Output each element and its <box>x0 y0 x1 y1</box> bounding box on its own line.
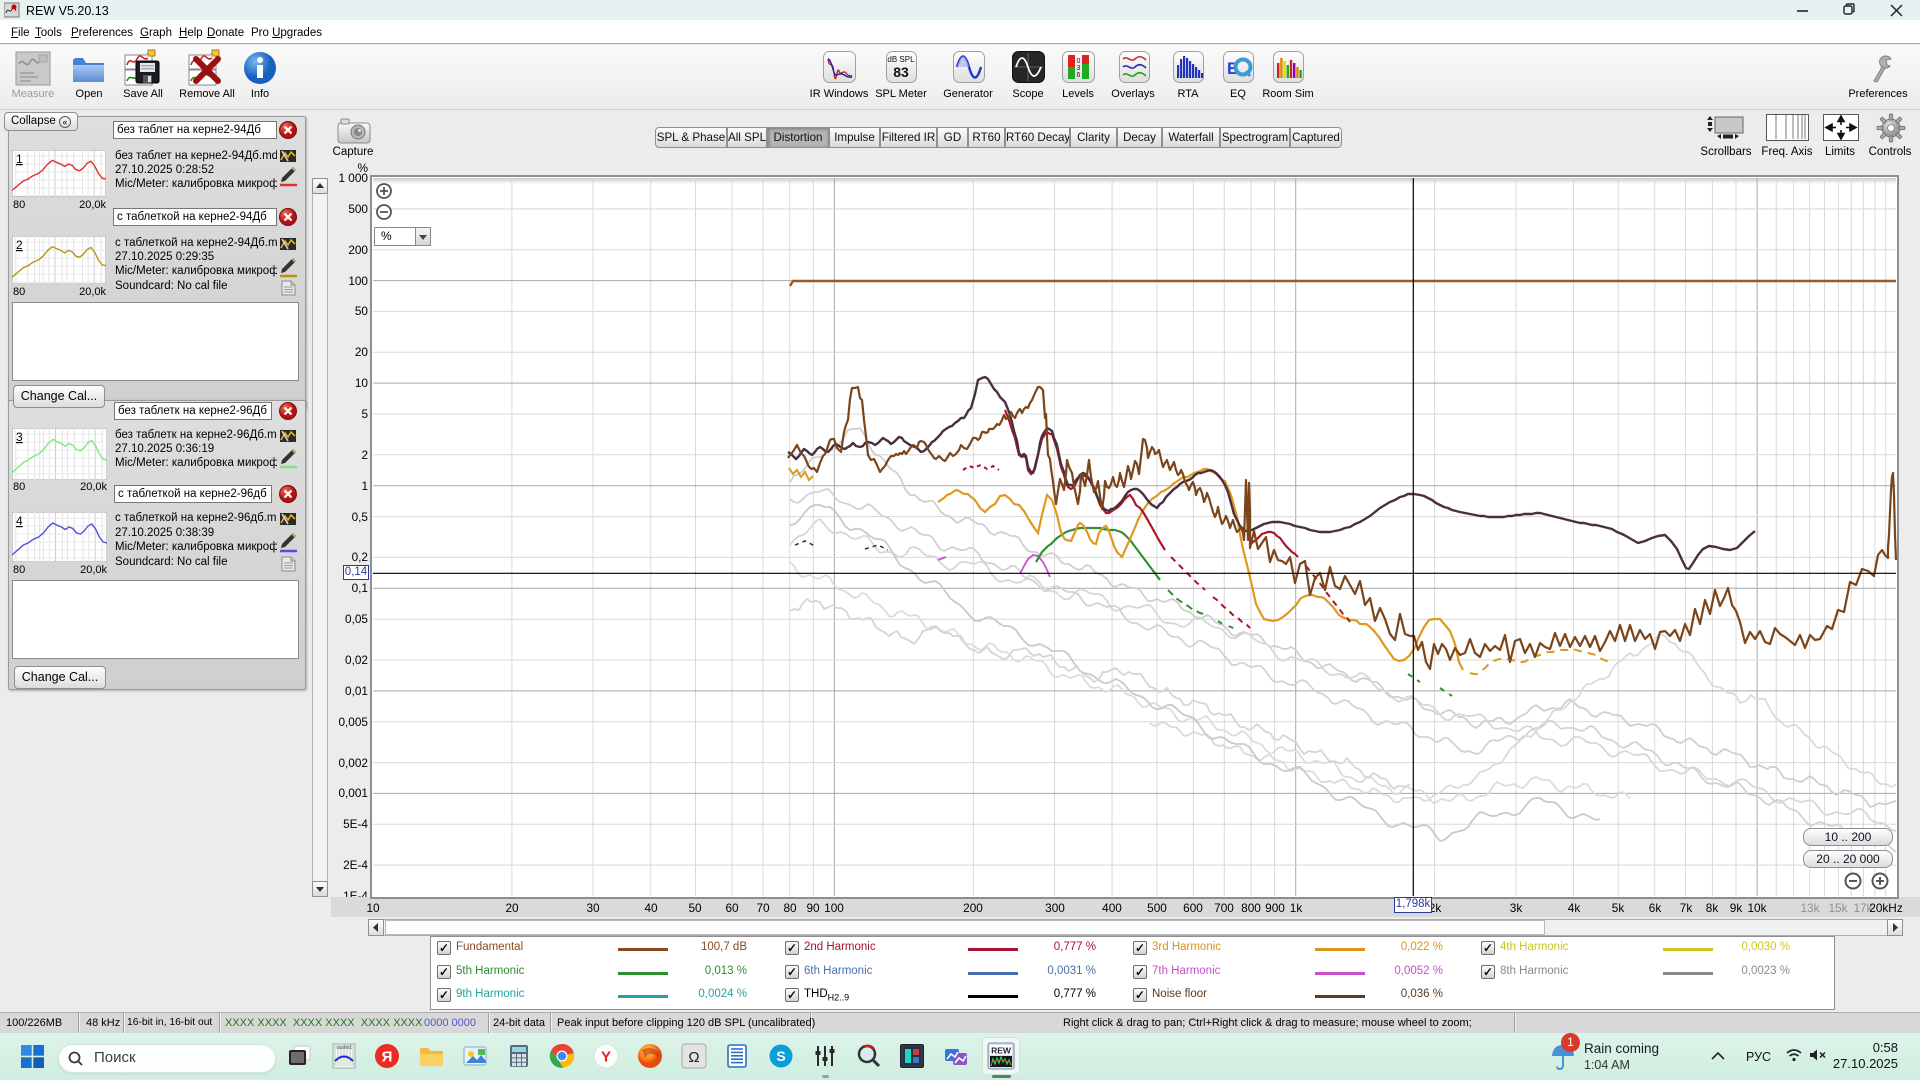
svg-text:Я: Я <box>382 1049 393 1066</box>
svg-text:Ω: Ω <box>688 1049 699 1066</box>
svg-text:Y: Y <box>601 1049 611 1066</box>
svg-text:S: S <box>776 1048 785 1064</box>
svg-text:REW: REW <box>991 1046 1012 1056</box>
svg-text:audio1: audio1 <box>337 1045 352 1051</box>
